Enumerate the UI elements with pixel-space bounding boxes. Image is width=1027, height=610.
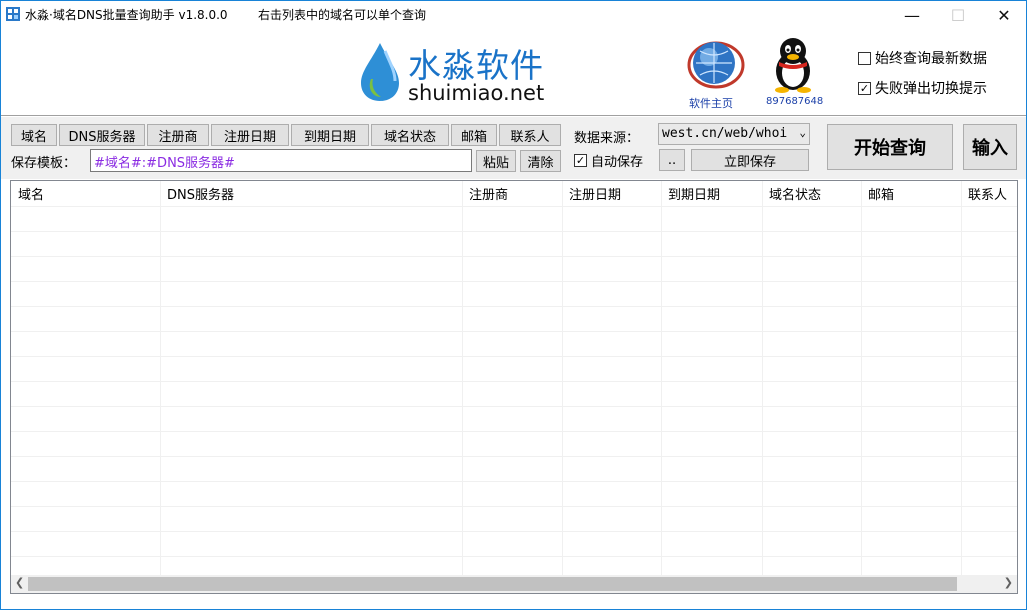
scrollbar-thumb[interactable] [28,577,957,591]
row-divider [11,356,1017,357]
column-divider [661,181,662,575]
field-button-domain-status[interactable]: 域名状态 [371,124,449,146]
column-divider [861,181,862,575]
row-divider [11,281,1017,282]
save-template-input[interactable]: #域名#:#DNS服务器# [90,149,472,172]
column-header-dns-server[interactable]: DNS服务器 [160,181,234,206]
row-divider [11,306,1017,307]
popup-on-fail-checkbox[interactable]: ✓ 失败弹出切换提示 [858,78,987,98]
window-title: 水淼·域名DNS批量查询助手 v1.8.0.0 [25,8,228,22]
data-source-label: 数据来源： [574,131,640,146]
row-divider [11,256,1017,257]
maximize-icon: ☐ [950,5,966,25]
logo-title: 水淼软件 [408,46,544,85]
column-divider [562,181,563,575]
water-drop-logo-icon [361,43,399,101]
row-divider [11,556,1017,557]
homepage-link[interactable]: 软件主页 [689,95,733,111]
qq-number[interactable]: 897687648 [766,96,823,107]
logo-subtitle: shuimiao.net [408,81,545,105]
row-divider [11,506,1017,507]
scroll-left-icon[interactable]: ❮ [15,576,24,589]
right-click-hint: 右击列表中的域名可以单个查询 [258,8,427,22]
row-divider [11,406,1017,407]
always-query-latest-label: 始终查询最新数据 [875,51,987,67]
title-bar: 水淼·域名DNS批量查询助手 v1.8.0.0 右击列表中的域名可以单个查询 —… [1,1,1026,29]
horizontal-scrollbar[interactable]: ❮ ❯ [11,575,1017,593]
column-header-registrar[interactable]: 注册商 [462,181,508,206]
toolbar: 域名 DNS服务器 注册商 注册日期 到期日期 域名状态 邮箱 联系人 保存模板… [1,117,1026,179]
globe-home-icon[interactable] [682,37,746,93]
start-query-button[interactable]: 开始查询 [827,124,953,170]
popup-on-fail-label: 失败弹出切换提示 [875,81,987,97]
column-divider [762,181,763,575]
row-divider [11,331,1017,332]
app-window: 水淼·域名DNS批量查询助手 v1.8.0.0 右击列表中的域名可以单个查询 —… [0,0,1027,610]
minimize-icon: — [904,5,920,25]
row-divider [11,531,1017,532]
row-divider [11,231,1017,232]
column-header-contact[interactable]: 联系人 [961,181,1007,206]
close-button[interactable]: ✕ [981,1,1027,29]
clear-button[interactable]: 清除 [520,150,561,172]
column-header-domain[interactable]: 域名 [11,181,44,206]
row-divider [11,381,1017,382]
always-query-latest-box[interactable] [858,51,871,65]
row-divider [11,431,1017,432]
field-button-expiry-date[interactable]: 到期日期 [291,124,369,146]
browse-path-button[interactable]: .. [659,149,685,171]
table-header: 域名 DNS服务器 注册商 注册日期 到期日期 域名状态 邮箱 联系人 [11,181,1017,206]
minimize-button[interactable]: — [889,1,935,29]
field-button-reg-date[interactable]: 注册日期 [211,124,289,146]
close-icon: ✕ [997,5,1011,25]
column-header-reg-date[interactable]: 注册日期 [562,181,621,206]
data-source-value: west.cn/web/whoi [662,126,788,141]
field-button-dns-server[interactable]: DNS服务器 [59,124,145,146]
maximize-button[interactable]: ☐ [935,1,981,29]
field-button-contact[interactable]: 联系人 [499,124,561,146]
column-divider [160,181,161,575]
auto-save-checkbox[interactable]: ✓ 自动保存 [574,151,643,170]
header-banner: 水淼软件 shuimiao.net 软件主页 897687648 始终查询最新数… [1,29,1026,116]
auto-save-label: 自动保存 [591,155,644,170]
input-button[interactable]: 输入 [963,124,1017,170]
app-icon [6,7,20,21]
field-button-domain[interactable]: 域名 [11,124,57,146]
qq-penguin-icon[interactable] [770,35,816,93]
row-divider [11,481,1017,482]
auto-save-box[interactable]: ✓ [574,154,587,167]
field-button-email[interactable]: 邮箱 [451,124,497,146]
results-table[interactable]: 域名 DNS服务器 注册商 注册日期 到期日期 域名状态 邮箱 联系人 ❮ ❯ [10,180,1018,594]
always-query-latest-checkbox[interactable]: 始终查询最新数据 [858,48,987,68]
paste-button[interactable]: 粘贴 [476,150,516,172]
popup-on-fail-box[interactable]: ✓ [858,81,871,95]
column-header-expiry-date[interactable]: 到期日期 [661,181,720,206]
field-button-registrar[interactable]: 注册商 [147,124,209,146]
data-source-select[interactable]: west.cn/web/whoi ⌄ [658,123,810,145]
column-divider [961,181,962,575]
chevron-down-icon: ⌄ [799,126,806,139]
scroll-right-icon[interactable]: ❯ [1004,576,1013,589]
column-header-domain-status[interactable]: 域名状态 [762,181,821,206]
save-now-button[interactable]: 立即保存 [691,149,809,171]
column-divider [462,181,463,575]
save-template-label: 保存模板： [11,156,77,171]
row-divider [11,456,1017,457]
column-header-email[interactable]: 邮箱 [861,181,894,206]
row-divider [11,206,1017,207]
